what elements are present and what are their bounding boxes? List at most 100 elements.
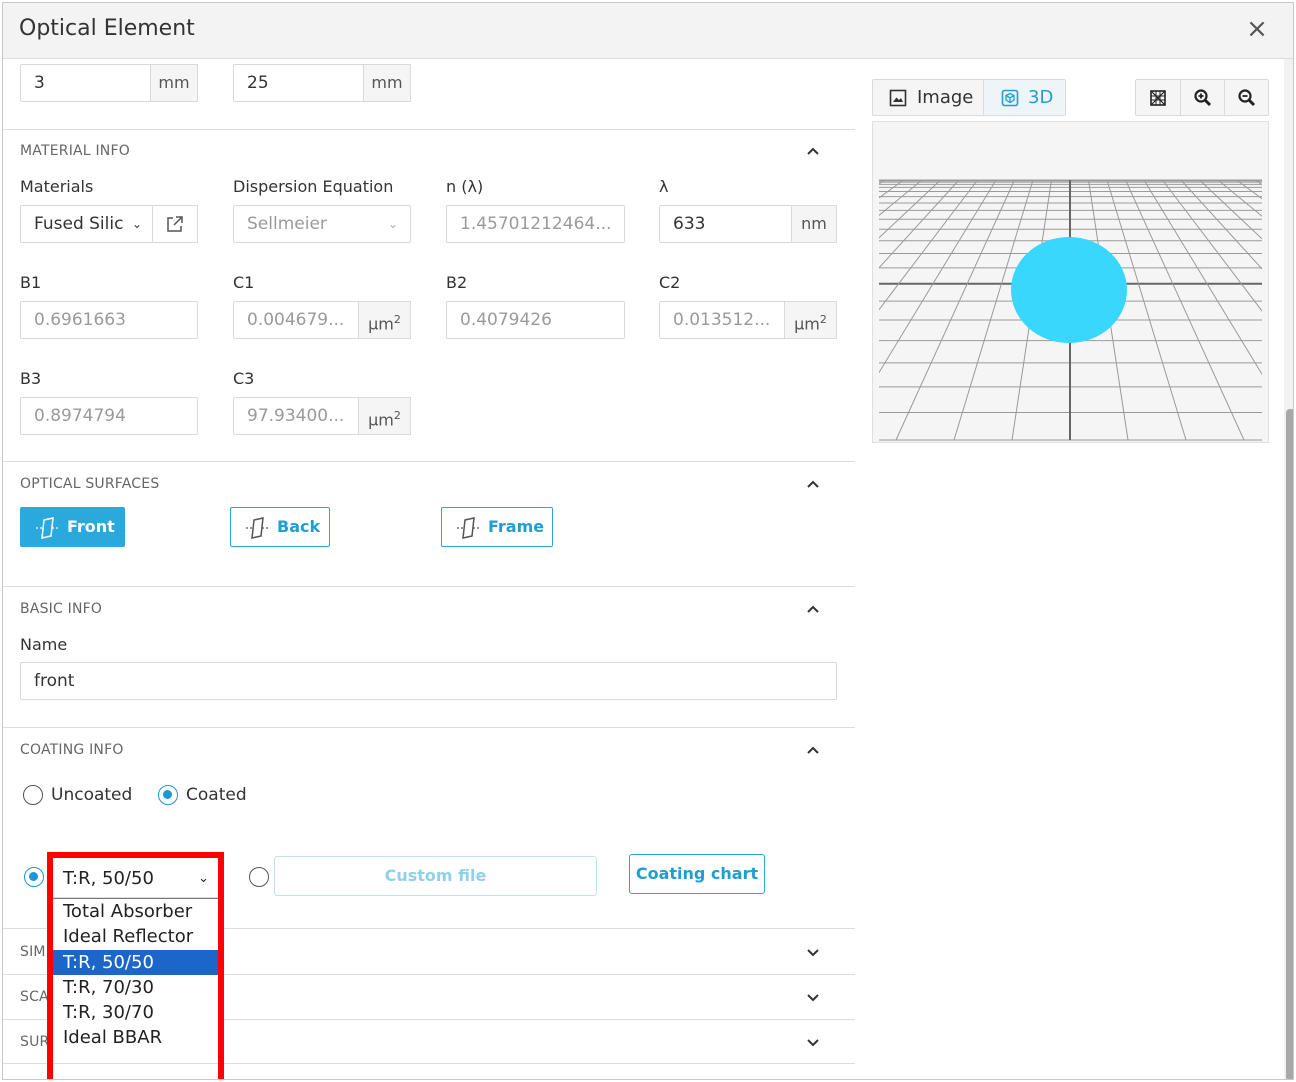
unit-exponent: 2	[819, 313, 827, 326]
materials-label: Materials	[20, 177, 94, 196]
uncoated-radio[interactable]	[23, 785, 43, 805]
coating-option[interactable]: T:R, 70/30	[51, 975, 219, 1000]
dimension-unit-2: mm	[363, 64, 411, 102]
close-icon[interactable]: ×	[1243, 15, 1271, 43]
front-surface-button[interactable]: Front	[20, 507, 125, 547]
coating-option[interactable]: Ideal BBAR	[51, 1025, 219, 1050]
c3-field: 97.93400...	[233, 397, 359, 435]
c1-unit: μm2	[358, 301, 411, 339]
collapsed-section-heading-1: SIM	[20, 944, 46, 960]
b1-label: B1	[20, 273, 42, 292]
lambda-label: λ	[659, 177, 669, 196]
image-tab-label: Image	[917, 87, 974, 108]
coating-preset-value: T:R, 50/50	[63, 868, 154, 889]
open-external-icon[interactable]	[152, 205, 198, 243]
coating-option[interactable]: T:R, 30/70	[51, 1000, 219, 1025]
divider	[3, 129, 855, 130]
name-label: Name	[20, 635, 68, 654]
tab-image[interactable]: Image	[873, 80, 983, 115]
chevron-up-icon[interactable]	[803, 740, 823, 760]
preset-coating-radio[interactable]	[24, 867, 44, 887]
unit-exponent: 2	[393, 409, 401, 422]
dimension-unit-1: mm	[150, 64, 198, 102]
coating-option[interactable]: Ideal Reflector	[51, 924, 219, 949]
custom-file-button[interactable]: Custom file	[274, 856, 597, 896]
n-lambda-field: 1.45701212464...	[446, 205, 625, 243]
chevron-down-icon: ⌄	[387, 217, 398, 231]
frame-surface-button[interactable]: Frame	[441, 507, 553, 547]
c3-unit: μm2	[358, 397, 411, 435]
collapsed-section-heading-3: SUR	[20, 1034, 50, 1050]
properties-panel: 3 mm 25 mm MATERIAL INFO Materials Fused…	[3, 60, 855, 1079]
materials-select[interactable]: Fused Silic ⌄	[20, 205, 153, 243]
unit-exponent: 2	[393, 313, 401, 326]
b2-label: B2	[446, 273, 468, 292]
coating-option[interactable]: T:R, 50/50	[51, 949, 219, 975]
dispersion-value: Sellmeier	[247, 214, 327, 234]
optical-surfaces-heading: OPTICAL SURFACES	[20, 476, 160, 492]
b3-field: 0.8974794	[20, 397, 198, 435]
divider	[3, 461, 855, 462]
viewer-toolbar	[1135, 79, 1269, 116]
c2-unit: μm2	[784, 301, 837, 339]
basic-info-heading: BASIC INFO	[20, 601, 103, 617]
surface-icon	[36, 517, 59, 539]
zoom-in-icon[interactable]	[1180, 80, 1224, 115]
collapsed-section-heading-2: SCA	[20, 989, 49, 1005]
3d-viewport[interactable]	[489, 121, 1293, 443]
scrollbar-thumb[interactable]	[1286, 409, 1293, 1079]
chevron-down-icon: ⌄	[131, 217, 142, 231]
front-label: Front	[67, 517, 115, 536]
surface-icon	[457, 517, 480, 539]
unit-text: μm	[368, 314, 394, 334]
coating-info-heading: COATING INFO	[20, 742, 124, 758]
tab-3d[interactable]: 3D	[983, 80, 1065, 115]
dispersion-label: Dispersion Equation	[233, 177, 394, 196]
reset-view-icon[interactable]	[1136, 80, 1180, 115]
coated-radio[interactable]	[158, 785, 178, 805]
3d-grid	[489, 122, 1293, 442]
dialog-title: Optical Element	[19, 16, 195, 41]
chevron-down-icon: ⌄	[198, 871, 209, 886]
dimension-input-2[interactable]: 25	[233, 64, 364, 102]
dispersion-select: Sellmeier ⌄	[233, 205, 411, 243]
coating-preset-options: Total Absorber Ideal Reflector T:R, 50/5…	[51, 898, 219, 1051]
c2-label: C2	[659, 273, 681, 292]
chevron-up-icon[interactable]	[803, 599, 823, 619]
b2-field: 0.4079426	[446, 301, 625, 339]
threed-tab-label: 3D	[1028, 87, 1054, 108]
n-lambda-label: n (λ)	[446, 177, 484, 196]
uncoated-label: Uncoated	[51, 785, 133, 805]
back-label: Back	[277, 517, 321, 536]
chevron-up-icon[interactable]	[803, 474, 823, 494]
custom-file-radio[interactable]	[249, 867, 269, 887]
name-input[interactable]: front	[20, 662, 837, 700]
chevron-down-icon[interactable]	[803, 987, 823, 1007]
coating-option[interactable]: Total Absorber	[51, 899, 219, 924]
lambda-unit: nm	[791, 205, 837, 243]
materials-value: Fused Silic	[34, 214, 124, 234]
material-info-heading: MATERIAL INFO	[20, 143, 130, 159]
chevron-down-icon[interactable]	[803, 942, 823, 962]
c1-field: 0.004679...	[233, 301, 359, 339]
coating-chart-button[interactable]: Coating chart	[629, 854, 765, 894]
back-surface-button[interactable]: Back	[230, 507, 330, 547]
c1-label: C1	[233, 273, 255, 292]
divider	[3, 727, 855, 728]
zoom-out-icon[interactable]	[1224, 80, 1268, 115]
chevron-down-icon[interactable]	[803, 1032, 823, 1052]
surface-icon	[246, 517, 269, 539]
coating-preset-select[interactable]: T:R, 50/50 ⌄	[51, 860, 219, 898]
c2-field: 0.013512...	[659, 301, 785, 339]
unit-text: μm	[368, 410, 394, 430]
coated-label: Coated	[186, 785, 247, 805]
cube-icon	[1001, 89, 1019, 107]
dimension-input-1[interactable]: 3	[20, 64, 151, 102]
optical-element-sphere	[1011, 237, 1127, 343]
divider	[3, 1063, 855, 1064]
chevron-up-icon[interactable]	[803, 141, 823, 161]
image-icon	[889, 89, 907, 107]
b3-label: B3	[20, 369, 42, 388]
lambda-input[interactable]: 633	[659, 205, 792, 243]
divider	[3, 586, 855, 587]
